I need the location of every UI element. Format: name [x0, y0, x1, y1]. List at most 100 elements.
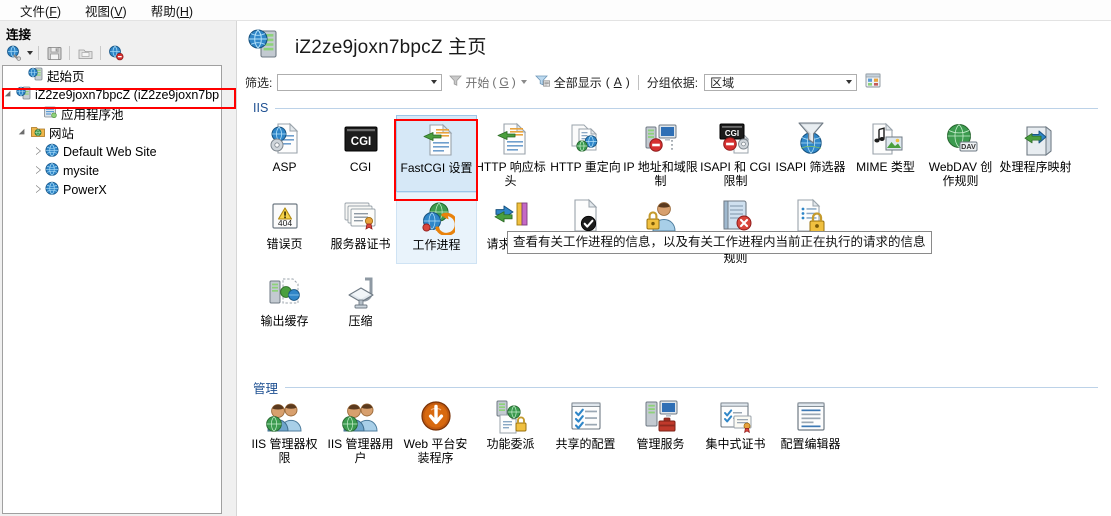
filter-input[interactable] [277, 73, 443, 91]
export-icon[interactable] [75, 44, 95, 63]
pane-splitter[interactable] [228, 21, 236, 516]
tree-item-powerx[interactable]: PowerX [3, 180, 221, 199]
group-by-select[interactable]: 区域 [704, 73, 858, 91]
group-divider [275, 107, 1098, 109]
show-all-button[interactable]: 全部显示(A) [534, 74, 630, 91]
chevron-down-icon[interactable] [431, 80, 438, 84]
filter-label: 筛选: [245, 75, 273, 90]
failed-request-tracing-icon [717, 194, 755, 234]
tile-cgi[interactable]: CGI CGI [323, 117, 398, 174]
tile-output-caching[interactable]: 输出缓存 [247, 271, 322, 328]
tile-worker-processes[interactable]: 工作进程 [396, 192, 477, 264]
tree-item-sites[interactable]: 网站 [3, 123, 221, 142]
tree-expander-open-server[interactable] [5, 89, 16, 100]
mime-types-icon [867, 117, 905, 157]
toolbar-separator-2 [69, 46, 70, 60]
tile-label: 功能委派 [486, 437, 535, 451]
globe-icon [44, 181, 60, 199]
tile-label: 处理程序映射 [999, 160, 1072, 174]
group-divider [285, 387, 1098, 388]
go-button[interactable]: 开始(G) [449, 74, 527, 91]
chevron-down-icon[interactable] [846, 80, 853, 84]
svg-text:404: 404 [277, 218, 292, 228]
tile-ip-domain-restrictions[interactable]: IP 地址和域限制 [623, 117, 698, 188]
funnel-icon [449, 74, 463, 90]
centralized-certificates-icon [718, 394, 754, 434]
tile-label: MIME 类型 [856, 160, 915, 174]
menu-item-file-accel: F [49, 4, 57, 19]
tile-label: 压缩 [348, 314, 373, 328]
tree-item-start-page[interactable]: 起始页 [3, 66, 221, 85]
menu-item-help[interactable]: 帮助(H) [139, 0, 205, 22]
tile-isapi-cgi-restrictions[interactable]: CGI ISAPI 和 CGI 限制 [698, 117, 773, 188]
tile-web-platform-installer[interactable]: Web 平台安装程序 [398, 394, 473, 465]
connect-to-dropdown-icon[interactable] [27, 51, 33, 55]
app-pool-icon [42, 105, 58, 123]
menu-item-file[interactable]: 文件(F) [8, 0, 73, 22]
tree-item-label: Default Web Site [63, 144, 157, 159]
tile-handler-mappings[interactable]: 处理程序映射 [998, 117, 1073, 174]
tree-item-mysite[interactable]: mysite [3, 161, 221, 180]
tile-mime-types[interactable]: MIME 类型 [848, 117, 923, 174]
tile-asp[interactable]: ASP [247, 117, 322, 174]
tile-management-service[interactable]: 管理服务 [623, 394, 698, 451]
tile-http-response-headers[interactable]: HTTP 响应标头 [473, 117, 548, 188]
svg-text:CGI: CGI [724, 129, 738, 138]
http-redirect-icon [567, 117, 605, 157]
tree-expander-open-sites[interactable] [19, 127, 30, 138]
globe-icon [44, 143, 60, 161]
disconnect-icon[interactable] [106, 44, 126, 63]
tree-item-label: PowerX [63, 182, 107, 197]
asp-icon [267, 117, 303, 157]
tile-server-certificates[interactable]: 服务器证书 [323, 194, 398, 251]
tile-label: IIS 管理器用户 [327, 437, 394, 465]
tile-centralized-certificates[interactable]: 集中式证书 [698, 394, 773, 451]
tree-expander-none-2 [31, 108, 42, 119]
go-dropdown-icon[interactable] [520, 80, 527, 84]
tree-item-server[interactable]: iZ2ze9joxn7bpcZ (iZ2ze9joxn7bp [3, 85, 221, 104]
tile-configuration-editor[interactable]: 配置编辑器 [773, 394, 848, 451]
fastcgi-settings-icon [418, 118, 456, 158]
tile-webdav-authoring-rules[interactable]: DAV WebDAV 创作规则 [923, 117, 998, 188]
tile-label: CGI [349, 160, 372, 174]
svg-text:CGI: CGI [350, 136, 370, 148]
tile-label: FastCGI 设置 [400, 161, 473, 175]
tile-http-redirect[interactable]: HTTP 重定向 [548, 117, 623, 174]
tree-item-label: 起始页 [47, 70, 85, 84]
server-certificates-icon [342, 194, 380, 234]
menu-item-view[interactable]: 视图(V) [73, 0, 139, 22]
view-mode-icon [865, 73, 881, 91]
server-home-icon [247, 27, 281, 64]
tile-compression[interactable]: 压缩 [323, 271, 398, 328]
tile-label: WebDAV 创作规则 [928, 160, 993, 188]
tree-expander-closed-5[interactable] [33, 165, 44, 176]
tile-iis-manager-permissions[interactable]: IIS 管理器权限 [247, 394, 322, 465]
view-mode-button[interactable] [865, 73, 884, 91]
show-all-accel: A [613, 75, 622, 89]
menu-item-file-label: 文件 [20, 4, 46, 19]
connections-tree[interactable]: 起始页 iZ2ze9joxn7bpcZ (iZ2ze9joxn7bp 应用程序池… [2, 65, 222, 514]
connections-pane: 连接 起始页 iZ2ze9joxn7bpcZ (iZ2ze9joxn7bp 应用… [0, 21, 228, 516]
web-platform-installer-icon [418, 394, 454, 434]
authentication-icon [642, 194, 680, 234]
tree-item-label: iZ2ze9joxn7bpcZ (iZ2ze9joxn7bp [35, 87, 220, 102]
request-filtering-icon [492, 194, 530, 234]
tree-item-default-web-site[interactable]: Default Web Site [3, 142, 221, 161]
tile-iis-manager-users[interactable]: IIS 管理器用户 [323, 394, 398, 465]
tile-feature-delegation[interactable]: 功能委派 [473, 394, 548, 451]
page-header: iZ2ze9joxn7bpcZ 主页 [237, 21, 1111, 69]
tile-error-pages[interactable]: 404 错误页 [247, 194, 322, 251]
tile-fastcgi-settings[interactable]: FastCGI 设置 [396, 115, 477, 192]
tile-isapi-filters[interactable]: ISAPI 筛选器 [773, 117, 848, 174]
tile-label: ISAPI 和 CGI 限制 [700, 160, 771, 188]
tile-shared-configuration[interactable]: 共享的配置 [548, 394, 623, 451]
save-icon[interactable] [44, 44, 64, 63]
tree-item-app-pools[interactable]: 应用程序池 [3, 104, 221, 123]
tile-failed-request-tracing[interactable]: 失败请求跟踪规则 [698, 194, 773, 265]
tree-expander-closed-4[interactable] [33, 146, 44, 157]
tree-expander-closed-6[interactable] [33, 184, 44, 195]
tile-label: Web 平台安装程序 [403, 437, 468, 465]
management-service-icon [642, 394, 680, 434]
connect-to-icon[interactable] [4, 44, 24, 63]
tile-label: 工作进程 [412, 238, 461, 252]
